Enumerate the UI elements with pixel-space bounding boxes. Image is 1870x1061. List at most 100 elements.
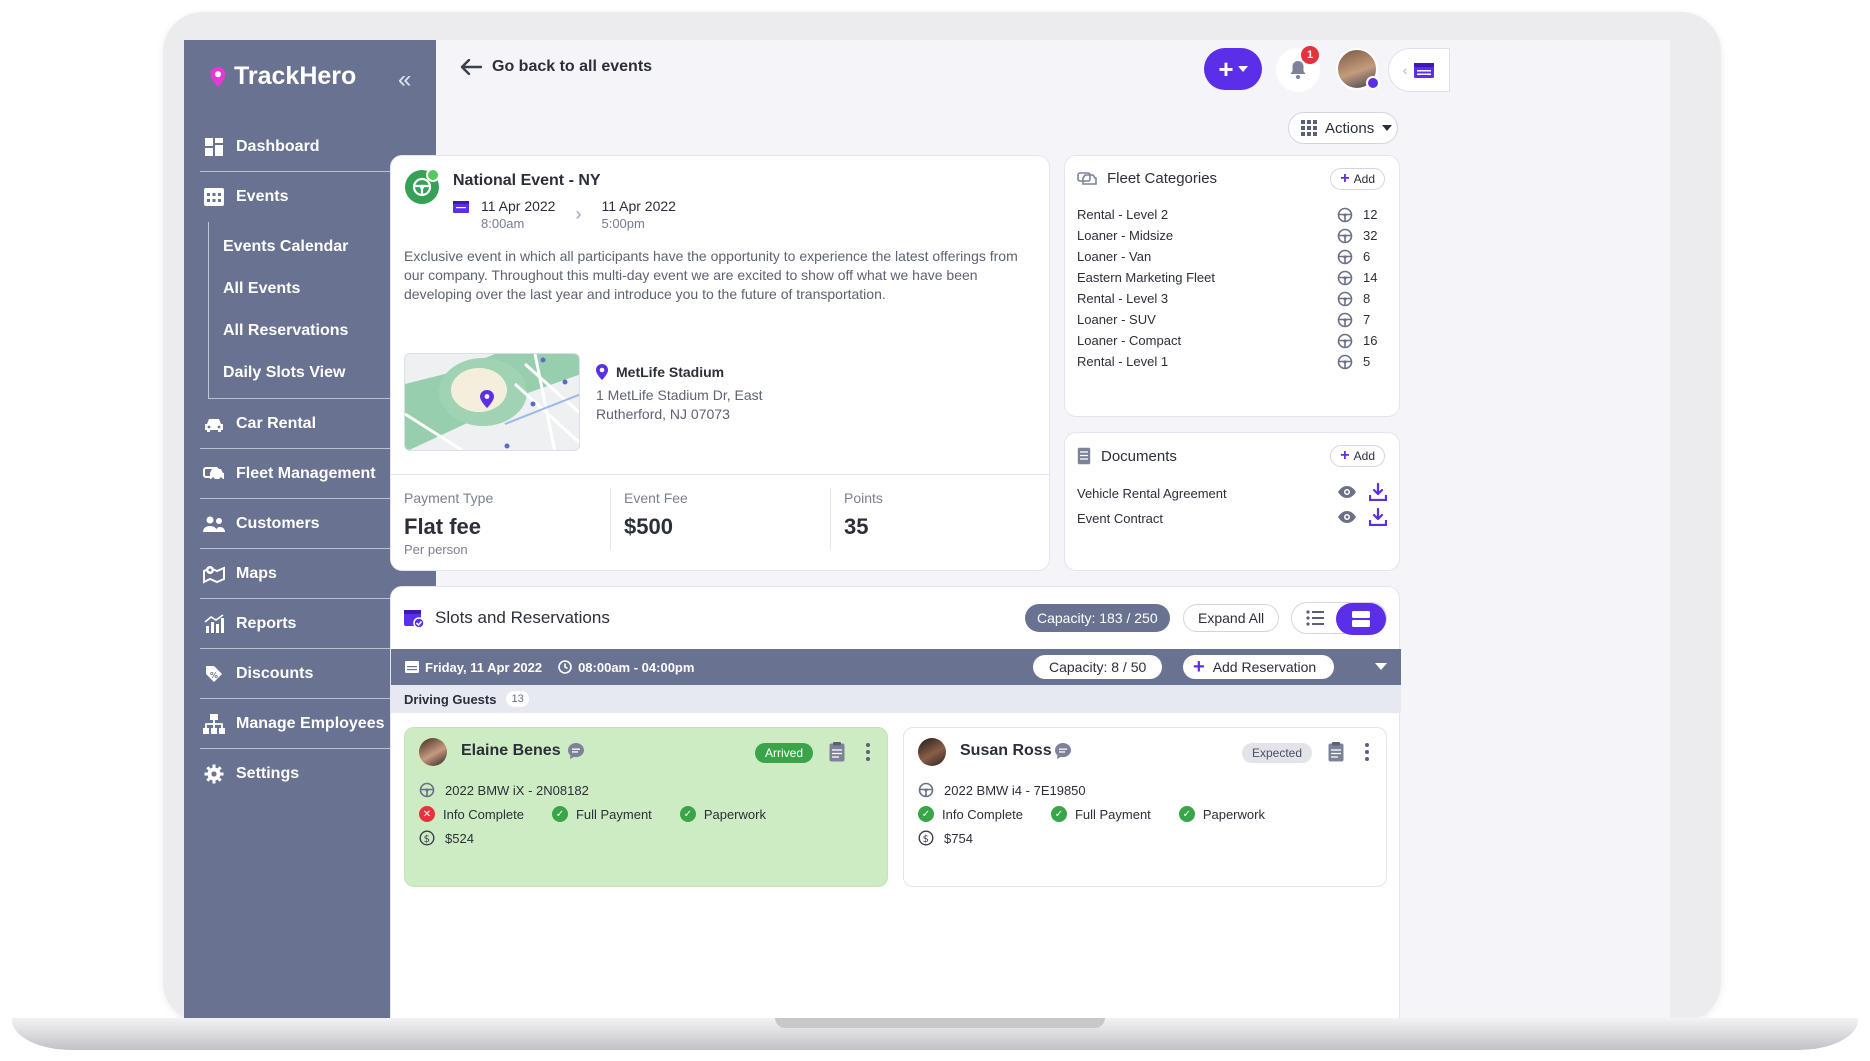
guest-card[interactable]: Elaine Benes Arrived 2022 BMW iX - 2N081… bbox=[404, 727, 888, 887]
fleet-category-name: Eastern Marketing Fleet bbox=[1077, 270, 1216, 285]
payment-type-value: Flat fee bbox=[404, 514, 482, 539]
sidebar-item-fleet-management[interactable]: Fleet Management bbox=[200, 449, 420, 499]
eye-icon[interactable] bbox=[1337, 510, 1357, 527]
user-avatar[interactable] bbox=[1336, 48, 1380, 90]
card-view-button[interactable] bbox=[1336, 603, 1386, 635]
document-name[interactable]: Vehicle Rental Agreement bbox=[1077, 486, 1337, 501]
actions-menu-button[interactable]: Actions bbox=[1288, 112, 1398, 144]
fleet-category-row[interactable]: Loaner - Compact 16 bbox=[1077, 330, 1387, 351]
sidebar-item-customers[interactable]: Customers bbox=[200, 499, 420, 549]
points-value: 35 bbox=[844, 514, 869, 539]
fleet-category-row[interactable]: Eastern Marketing Fleet 14 bbox=[1077, 267, 1387, 288]
reports-icon bbox=[202, 612, 226, 636]
check-label: Full Payment bbox=[1074, 806, 1151, 822]
total-capacity-badge: Capacity: 183 / 250 bbox=[1025, 604, 1170, 632]
sidebar-item-manage-employees[interactable]: Manage Employees bbox=[200, 699, 420, 749]
check-full-payment: ✓ Full Payment bbox=[1050, 806, 1151, 822]
notes-icon[interactable] bbox=[829, 742, 845, 762]
fleet-category-row[interactable]: Loaner - Van 6 bbox=[1077, 246, 1387, 267]
fleet-category-name: Rental - Level 2 bbox=[1077, 207, 1169, 222]
create-new-button[interactable]: + bbox=[1204, 48, 1262, 90]
sidebar-item-dashboard[interactable]: Dashboard bbox=[200, 122, 420, 172]
back-to-events-link[interactable]: Go back to all events bbox=[460, 58, 652, 76]
venue-info: MetLife Stadium 1 MetLife Stadium Dr, Ea… bbox=[596, 364, 796, 424]
notification-badge: 1 bbox=[1301, 46, 1319, 64]
document-icon bbox=[1077, 447, 1091, 465]
sidebar-item-settings[interactable]: Settings bbox=[200, 749, 420, 799]
expand-all-button[interactable]: Expand All bbox=[1183, 604, 1280, 632]
event-description: Exclusive event in which all participant… bbox=[404, 248, 1018, 302]
checklist-row: ✓ Info Complete ✓ Full Payment ✓ Paperwork bbox=[918, 806, 1293, 822]
eye-icon[interactable] bbox=[1337, 485, 1357, 502]
avatar bbox=[419, 738, 447, 766]
clock-icon bbox=[558, 660, 572, 674]
end-date: 11 Apr 2022 bbox=[601, 198, 676, 214]
collapse-slot-chevron-icon[interactable] bbox=[1375, 663, 1387, 670]
download-icon[interactable] bbox=[1368, 507, 1389, 529]
logo-pin-icon bbox=[210, 66, 226, 87]
check-circle-icon: ✓ bbox=[1050, 806, 1067, 822]
laptop-notch bbox=[775, 1018, 1105, 1028]
chevron-down-icon bbox=[1237, 66, 1248, 72]
venue-map-thumbnail[interactable] bbox=[404, 353, 580, 451]
sidebar-item-reports[interactable]: Reports bbox=[200, 599, 420, 649]
add-label: Add bbox=[1353, 172, 1375, 186]
guest-card[interactable]: Susan Ross Expected 2022 BMW i4 - 7E1985… bbox=[903, 727, 1387, 887]
more-vertical-icon[interactable] bbox=[865, 742, 871, 762]
document-name[interactable]: Event Contract bbox=[1077, 511, 1337, 526]
calendar-icon bbox=[1414, 63, 1435, 78]
fleet-category-count: 32 bbox=[1363, 228, 1378, 243]
check-info-complete: ✓ Info Complete bbox=[918, 806, 1023, 822]
add-document-button[interactable]: + Add bbox=[1330, 445, 1385, 467]
sidebar-item-maps[interactable]: Maps bbox=[200, 549, 420, 599]
dollar-circle-icon: $ bbox=[918, 830, 934, 846]
sidebar-item-car-rental[interactable]: Car Rental bbox=[200, 399, 420, 449]
check-paperwork: ✓ Paperwork bbox=[679, 806, 766, 822]
document-list: Vehicle Rental Agreement Event Contract bbox=[1077, 481, 1389, 531]
chat-icon[interactable] bbox=[567, 742, 585, 760]
vehicle-label: 2022 BMW iX - 2N08182 bbox=[445, 782, 589, 798]
venue-name-row: MetLife Stadium bbox=[596, 364, 796, 380]
app-logo[interactable]: TrackHero bbox=[208, 62, 356, 91]
sidebar-item-events[interactable]: Events bbox=[200, 172, 420, 222]
steering-wheel-icon bbox=[918, 782, 934, 798]
collapse-sidebar-icon[interactable]: « bbox=[398, 66, 411, 94]
grid-icon bbox=[1301, 120, 1317, 136]
check-info-complete: ✕ Info Complete bbox=[419, 806, 524, 822]
sidebar-item-label: Car Rental bbox=[236, 414, 317, 432]
add-fleet-category-button[interactable]: + Add bbox=[1330, 168, 1385, 190]
fleet-category-list: Rental - Level 2 12 Loaner - Midsize 32 Loan… bbox=[1077, 204, 1387, 372]
slot-time: 08:00am - 04:00pm bbox=[558, 660, 694, 675]
fleet-category-name: Loaner - SUV bbox=[1077, 312, 1156, 327]
payment-type-sub: Per person bbox=[404, 542, 468, 557]
slot-header-bar[interactable]: Friday, 11 Apr 2022 08:00am - 04:00pm Ca… bbox=[391, 649, 1401, 685]
add-label: Add bbox=[1353, 449, 1375, 463]
sidebar-item-label: Settings bbox=[236, 765, 300, 782]
fleet-category-row[interactable]: Rental - Level 1 5 bbox=[1077, 351, 1387, 372]
fleet-category-row[interactable]: Loaner - SUV 7 bbox=[1077, 309, 1387, 330]
download-icon[interactable] bbox=[1368, 482, 1389, 504]
fleet-category-row[interactable]: Loaner - Midsize 32 bbox=[1077, 225, 1387, 246]
sidebar-item-discounts[interactable]: % Discounts bbox=[200, 649, 420, 699]
check-label: Paperwork bbox=[703, 806, 766, 822]
avatar bbox=[918, 738, 946, 766]
chat-icon[interactable] bbox=[1054, 742, 1072, 760]
fleet-category-count: 5 bbox=[1363, 354, 1371, 369]
fleet-category-count: 16 bbox=[1363, 333, 1378, 348]
add-reservation-button[interactable]: + Add Reservation bbox=[1183, 655, 1335, 679]
driving-guests-count: 13 bbox=[506, 691, 529, 707]
more-vertical-icon[interactable] bbox=[1364, 742, 1370, 762]
fleet-category-row[interactable]: Rental - Level 2 12 bbox=[1077, 204, 1387, 225]
notifications-button[interactable]: 1 bbox=[1276, 46, 1320, 92]
notes-icon[interactable] bbox=[1328, 742, 1344, 762]
arrow-left-icon bbox=[460, 59, 482, 75]
map-icon bbox=[202, 562, 226, 586]
fleet-category-row[interactable]: Rental - Level 3 8 bbox=[1077, 288, 1387, 309]
events-subnav: Events Calendar All Events All Reservati… bbox=[208, 222, 420, 399]
sidebar-item-label: Events bbox=[236, 188, 289, 205]
fleet-icon bbox=[202, 462, 226, 486]
list-view-icon[interactable] bbox=[1306, 610, 1324, 626]
sidebar-item-label: Fleet Management bbox=[236, 464, 376, 482]
calendar-panel-toggle[interactable]: ‹ bbox=[1388, 48, 1450, 92]
sidebar-nav: Dashboard Events Events Calendar All Eve… bbox=[200, 122, 420, 799]
